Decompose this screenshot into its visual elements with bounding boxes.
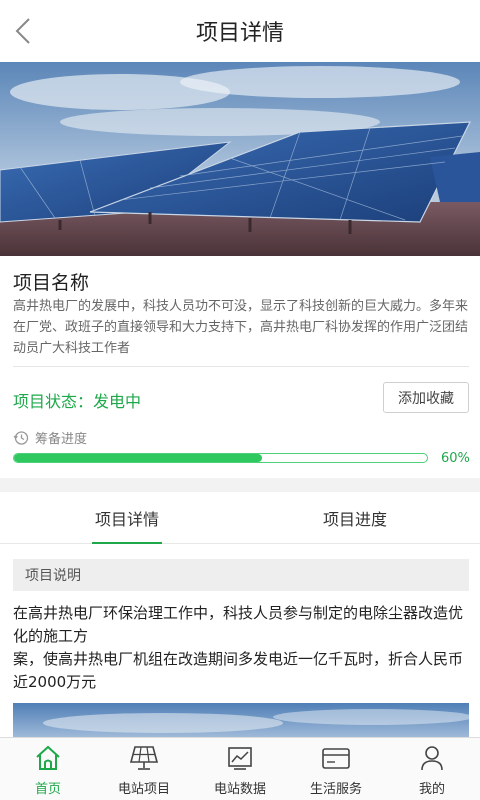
section-gap (0, 478, 480, 492)
active-tab-indicator (92, 542, 162, 544)
hero-image (0, 62, 480, 256)
nav-station-projects-label: 电站项目 (117, 782, 170, 797)
header-bar: 项目详情 (0, 0, 480, 62)
nav-mine[interactable]: 我的 (384, 738, 480, 800)
nav-home[interactable]: 首页 (0, 738, 96, 800)
project-description: 高井热电厂的发展中，科技人员功不可没，显示了科技创新的巨大威力。多年来在厂党、政… (13, 299, 469, 356)
nav-life-services[interactable]: 生活服务 (288, 738, 384, 800)
progress-bar (13, 453, 428, 463)
nav-mine-label: 我的 (418, 782, 445, 797)
tab-project-detail[interactable]: 项目详情 (70, 492, 184, 544)
progress-label: 筹备进度 (35, 432, 88, 447)
project-status: 项目状态：发电中 (13, 392, 142, 411)
chart-icon (228, 747, 252, 770)
back-button[interactable] (8, 14, 38, 48)
chevron-left-icon (15, 18, 30, 44)
nav-station-data[interactable]: 电站数据 (192, 738, 288, 800)
detail-image (13, 703, 469, 737)
divider (13, 366, 469, 367)
progress-label-row: 筹备进度 (13, 428, 87, 447)
nav-station-data-label: 电站数据 (213, 782, 266, 797)
project-info-card: 项目名称 高井热电厂的发展中，科技人员功不可没，显示了科技创新的巨大威力。多年来… (0, 256, 480, 478)
section-title: 项目说明 (13, 559, 469, 591)
tab-bar: 项目详情 项目进度 (0, 492, 480, 544)
progress-fill (14, 454, 262, 462)
solar-panel-icon (129, 746, 159, 770)
page-title: 项目详情 (195, 21, 284, 46)
detail-body-text: 在高井热电厂环保治理工作中，科技人员参与制定的电除尘器改造优化的施工方 案，使高… (13, 604, 464, 691)
bottom-nav: 首页 电站项目 电站数据 生活服务 我的 (0, 737, 480, 800)
tab-project-progress[interactable]: 项目进度 (298, 492, 412, 544)
user-icon (421, 746, 443, 771)
project-name: 项目名称 (13, 272, 90, 294)
nav-life-services-label: 生活服务 (309, 782, 362, 797)
nav-station-projects[interactable]: 电站项目 (96, 738, 192, 800)
card-icon (322, 748, 350, 769)
nav-home-label: 首页 (34, 782, 61, 797)
home-icon (36, 745, 60, 770)
history-icon (13, 430, 29, 445)
progress-percent: 60% (441, 451, 470, 466)
add-favorite-button[interactable]: 添加收藏 (383, 382, 469, 413)
